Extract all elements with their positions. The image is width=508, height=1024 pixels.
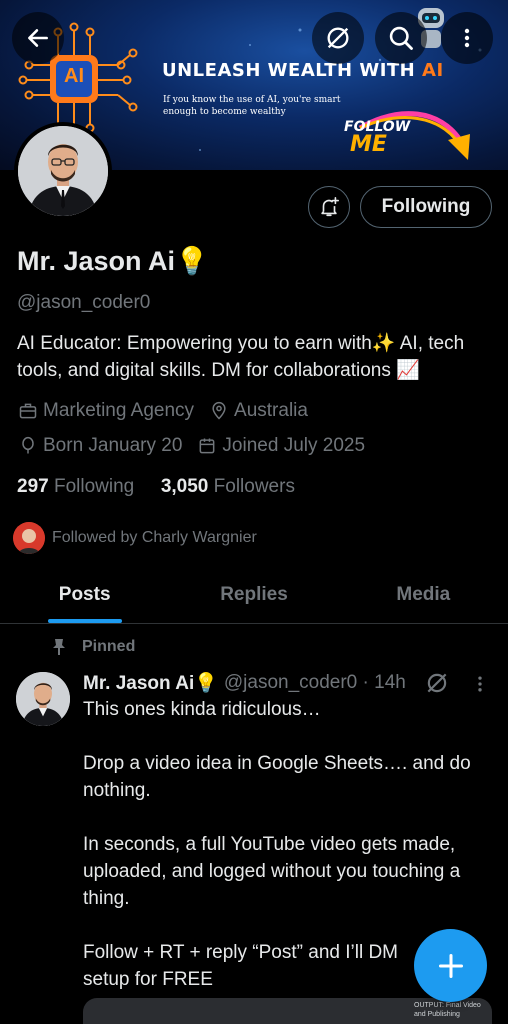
location-icon [208, 400, 230, 422]
profile-location: Australia [234, 400, 308, 421]
grok-icon [427, 673, 447, 693]
profile-birthday: Born January 20 [43, 435, 183, 456]
search-button[interactable] [375, 12, 427, 64]
post-author-name[interactable]: Mr. Jason Ai💡 [83, 671, 218, 695]
followed-by-text: Followed by Charly Wargnier [52, 529, 257, 546]
tab-media[interactable]: Media [339, 566, 508, 623]
grok-button[interactable] [312, 12, 364, 64]
banner-logo: AI [64, 65, 84, 87]
post-author-handle-time: @jason_coder0 · 14h [223, 672, 406, 693]
followed-by[interactable]: Followed by Charly Wargnier [13, 522, 257, 554]
profile-avatar[interactable] [14, 122, 112, 220]
profile-stats: 297 Following 3,050 Followers [17, 476, 295, 498]
post-avatar-photo [16, 672, 70, 726]
following-button[interactable]: Following [360, 186, 492, 228]
notifications-button[interactable] [308, 186, 350, 228]
compose-post-button[interactable] [414, 929, 487, 1002]
profile-handle: @jason_coder0 [17, 292, 151, 313]
profile-meta-row-2: Born January 20 Joined July 2025 [17, 435, 365, 457]
bell-plus-icon [321, 197, 339, 217]
tab-posts[interactable]: Posts [0, 566, 169, 623]
arrow-left-icon [28, 29, 48, 47]
post-header: Mr. Jason Ai💡 @jason_coder0 · 14h [83, 671, 406, 695]
following-count-link[interactable]: 297 Following [17, 476, 134, 497]
more-vertical-icon [464, 28, 470, 48]
calendar-icon [196, 435, 218, 457]
avatar-photo [18, 126, 108, 216]
post-author-avatar[interactable] [16, 672, 70, 726]
followers-count-link[interactable]: 3,050 Followers [161, 476, 295, 497]
plus-icon [438, 953, 463, 978]
balloon-icon [17, 435, 39, 457]
profile-name: Mr. Jason Ai💡 [17, 246, 209, 276]
pinned-label: Pinned [48, 638, 135, 656]
pin-icon [48, 638, 70, 656]
back-button[interactable] [12, 12, 64, 64]
banner-subtitle: If you know the use of AI, you're smart … [163, 95, 341, 117]
banner-follow-me: FOLLOW ME [344, 119, 411, 157]
tab-replies[interactable]: Replies [169, 566, 338, 623]
media-caption: OUTPUT: Final Video and Publishing [414, 1002, 481, 1018]
more-vertical-icon [478, 676, 482, 692]
bulb-emoji: 💡 [175, 246, 209, 276]
grok-icon [327, 27, 349, 49]
profile-joined-date: Joined July 2025 [222, 435, 366, 456]
briefcase-icon [17, 400, 39, 422]
follower-avatar [13, 522, 45, 554]
profile-tabs: Posts Replies Media [0, 566, 508, 624]
profile-category: Marketing Agency [43, 400, 195, 421]
search-icon [389, 26, 413, 50]
profile-meta-row-1: Marketing Agency Australia [17, 400, 308, 422]
profile-bio: AI Educator: Empowering you to earn with… [17, 333, 465, 381]
more-options-button[interactable] [441, 12, 493, 64]
